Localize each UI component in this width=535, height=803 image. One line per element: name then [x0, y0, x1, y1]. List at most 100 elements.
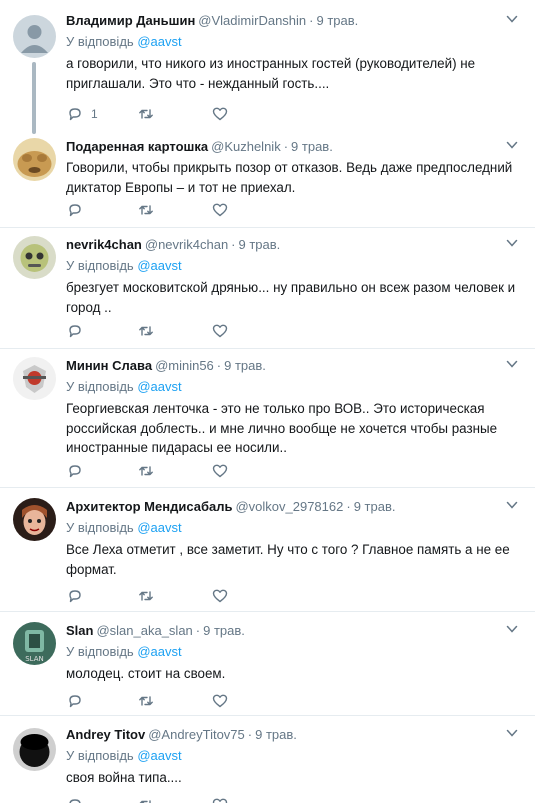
heart-icon — [212, 589, 228, 603]
author-handle[interactable]: @AndreyTitov75 — [148, 727, 245, 742]
mention-link[interactable]: @aavst — [137, 520, 181, 535]
chevron-down-icon[interactable] — [505, 622, 519, 636]
like-button[interactable] — [212, 201, 228, 219]
reply-count: 1 — [91, 107, 98, 121]
emblem-avatar-icon[interactable] — [13, 357, 56, 400]
retweet-button[interactable] — [138, 692, 154, 710]
timestamp[interactable]: 9 трав. — [203, 623, 245, 638]
reply-context: У відповідь @aavst — [66, 257, 519, 275]
chevron-down-icon[interactable] — [505, 236, 519, 250]
author-name[interactable]: nevrik4chan — [66, 237, 142, 252]
author-name[interactable]: Минин Слава — [66, 358, 152, 373]
reply-button[interactable] — [67, 796, 83, 803]
author-handle[interactable]: @minin56 — [155, 358, 214, 373]
retweet-button[interactable] — [138, 322, 154, 340]
tweet-header: Владимир Даньшин @VladimirDanshin · 9 трав. — [66, 12, 519, 30]
reply-icon — [69, 325, 81, 338]
tweet-header: nevrik4chan @nevrik4chan · 9 трав. — [66, 236, 519, 254]
reply-prefix: У відповідь — [66, 644, 134, 659]
chevron-down-icon[interactable] — [505, 357, 519, 371]
author-handle[interactable]: @Kuzhelnik — [211, 139, 281, 154]
author-handle[interactable]: @VladimirDanshin — [198, 13, 306, 28]
retweet-icon — [139, 205, 153, 215]
mention-link[interactable]: @aavst — [137, 379, 181, 394]
timestamp[interactable]: 9 трав. — [354, 499, 396, 514]
author-name[interactable]: Andrey Titov — [66, 727, 145, 742]
like-button[interactable] — [212, 105, 228, 123]
like-button[interactable] — [212, 692, 228, 710]
tweet[interactable]: Архитектор Мендисабаль @volkov_2978162 · 9 … — [0, 488, 535, 612]
chevron-down-icon[interactable] — [505, 726, 519, 740]
author-handle[interactable]: @volkov_2978162 — [235, 499, 343, 514]
author-name[interactable]: Архитектор Мендисабаль — [66, 499, 232, 514]
tweet[interactable]: SLAN Slan @slan_aka_slan · 9 трав. У відпов… — [0, 612, 535, 716]
tweet[interactable]: Andrey Titov @AndreyTitov75 · 9 трав. У від… — [0, 716, 535, 803]
author-handle[interactable]: @slan_aka_slan — [96, 623, 192, 638]
reply-button[interactable] — [67, 587, 83, 605]
author-name[interactable]: Slan — [66, 623, 93, 638]
slan-avatar-icon[interactable]: SLAN — [13, 622, 56, 665]
reply-icon — [69, 204, 81, 217]
reply-button[interactable] — [67, 462, 83, 480]
retweet-button[interactable] — [138, 201, 154, 219]
like-button[interactable] — [212, 462, 228, 480]
tweet-feed: Владимир Даньшин @VladimirDanshin · 9 трав.… — [0, 0, 535, 803]
reply-button[interactable] — [67, 201, 83, 219]
like-button[interactable] — [212, 796, 228, 803]
reply-button[interactable] — [67, 692, 83, 710]
reply-prefix: У відповідь — [66, 379, 134, 394]
mention-link[interactable]: @aavst — [137, 748, 181, 763]
tweet-text: своя война типа.... — [66, 770, 182, 785]
dog-avatar-icon[interactable] — [13, 138, 56, 181]
timestamp[interactable]: 9 трав. — [291, 139, 333, 154]
tweet-header: Подаренная картошка @Kuzhelnik · 9 трав. — [66, 138, 519, 156]
chevron-down-icon[interactable] — [505, 138, 519, 152]
tweet[interactable]: Минин Слава @minin56 · 9 трав. У відповідь … — [0, 349, 535, 488]
author-name[interactable]: Подаренная картошка — [66, 139, 208, 154]
tweet-text: Говорили, чтобы прикрыть позор от отказо… — [66, 160, 513, 195]
default-avatar-icon[interactable] — [13, 15, 56, 58]
chevron-down-icon[interactable] — [505, 498, 519, 512]
retweet-button[interactable] — [138, 462, 154, 480]
reply-button[interactable]: 1 — [67, 105, 98, 123]
heart-icon — [212, 464, 228, 478]
tweet[interactable]: nevrik4chan @nevrik4chan · 9 трав. У відпов… — [0, 228, 535, 349]
mention-link[interactable]: @aavst — [137, 258, 181, 273]
retweet-button[interactable] — [138, 587, 154, 605]
timestamp[interactable]: 9 трав. — [224, 358, 266, 373]
retweet-icon — [139, 591, 153, 601]
retweet-icon — [139, 109, 153, 119]
mention-link[interactable]: @aavst — [137, 644, 181, 659]
author-handle[interactable]: @nevrik4chan — [145, 237, 228, 252]
like-button[interactable] — [212, 322, 228, 340]
reply-icon — [69, 465, 81, 478]
retweet-icon — [139, 326, 153, 336]
heart-icon — [212, 324, 228, 338]
tweet[interactable]: Подаренная картошка @Kuzhelnik · 9 трав. Го… — [0, 126, 535, 228]
mention-link[interactable]: @aavst — [137, 34, 181, 49]
retweet-icon — [139, 696, 153, 706]
cartoon-avatar-icon[interactable] — [13, 236, 56, 279]
timestamp[interactable]: 9 трав. — [239, 237, 281, 252]
separator-dot: · — [216, 358, 222, 373]
tweet-text: а говорили, что никого из иностранных го… — [66, 56, 476, 91]
doll-avatar-icon[interactable] — [13, 498, 56, 541]
tweet-header: Минин Слава @minin56 · 9 трав. — [66, 357, 519, 375]
reply-button[interactable] — [67, 322, 83, 340]
timestamp[interactable]: 9 трав. — [255, 727, 297, 742]
reply-context: У відповідь @aavst — [66, 378, 519, 396]
like-button[interactable] — [212, 587, 228, 605]
author-name[interactable]: Владимир Даньшин — [66, 13, 195, 28]
separator-dot: · — [195, 623, 201, 638]
timestamp[interactable]: 9 трав. — [317, 13, 359, 28]
thread-line — [32, 62, 36, 134]
retweet-icon — [139, 800, 151, 803]
tweet[interactable]: Владимир Даньшин @VladimirDanshin · 9 трав.… — [0, 0, 535, 134]
reply-icon — [69, 799, 81, 803]
dark-avatar-icon[interactable] — [13, 728, 56, 771]
reply-prefix: У відповідь — [66, 520, 134, 535]
chevron-down-icon[interactable] — [505, 12, 519, 26]
heart-icon — [212, 694, 228, 708]
retweet-button[interactable] — [138, 796, 154, 803]
retweet-button[interactable] — [138, 105, 154, 123]
